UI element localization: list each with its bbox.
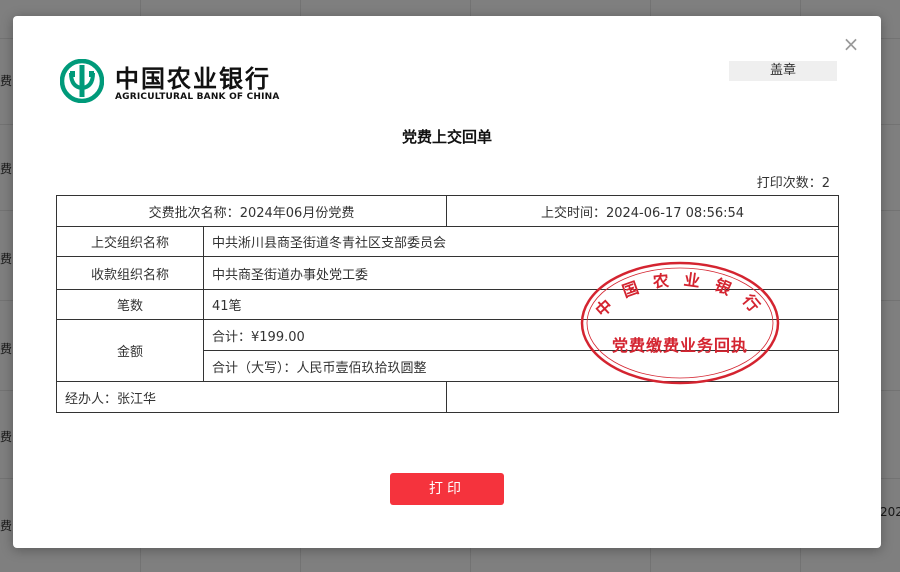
print-button[interactable]: 打印 — [390, 473, 504, 505]
print-count-label: 打印次数： — [756, 176, 822, 191]
receive-org-label: 收款组织名称 — [56, 256, 204, 290]
handler-value: 张江华 — [117, 391, 157, 407]
submit-org-value: 中共淅川县商圣街道冬青社区支部委员会 — [203, 226, 839, 257]
receipt-dialog: × 中国农业银行 AGRICULTURAL BANK OF CHINA 盖章 党… — [13, 16, 881, 548]
bank-name-en: AGRICULTURAL BANK OF CHINA — [115, 92, 280, 102]
handler-label: 经办人： — [65, 391, 118, 407]
empty-cell — [446, 381, 839, 413]
handler-cell: 经办人：张江华 — [56, 381, 447, 413]
time-value: 2024-06-17 08:56:54 — [605, 205, 745, 221]
total-upper-value: 人民币壹佰玖拾玖圆整 — [296, 360, 427, 376]
official-seal-stamp: 中国农业银行 党费缴费业务回执 — [579, 260, 781, 386]
seal-ring-icon: 中国农业银行 — [580, 261, 780, 385]
print-count: 打印次数：2 — [757, 172, 830, 191]
abc-logo-icon — [60, 59, 104, 103]
bank-logo: 中国农业银行 AGRICULTURAL BANK OF CHINA — [60, 59, 290, 107]
close-icon[interactable]: × — [841, 34, 861, 54]
table-row: 经办人：张江华 — [56, 381, 839, 413]
count-label: 笔数 — [56, 289, 204, 320]
document-title: 党费上交回单 — [401, 128, 492, 146]
amount-label: 金额 — [56, 319, 204, 382]
submit-org-label: 上交组织名称 — [56, 226, 204, 257]
total-upper-label: 合计（大写）： — [212, 360, 297, 376]
bank-name-cn: 中国农业银行 — [115, 64, 271, 93]
time-label: 上交时间： — [540, 205, 606, 221]
seal-center-text: 党费缴费业务回执 — [611, 336, 748, 355]
batch-label: 交费批次名称： — [148, 205, 240, 221]
total-value: ¥199.00 — [251, 329, 305, 345]
batch-cell: 交费批次名称：2024年06月份党费 — [56, 195, 447, 227]
time-cell: 上交时间：2024-06-17 08:56:54 — [446, 195, 839, 227]
table-row: 上交组织名称 中共淅川县商圣街道冬青社区支部委员会 — [56, 226, 839, 257]
seal-button[interactable]: 盖章 — [729, 61, 837, 81]
total-label: 合计： — [212, 329, 252, 345]
print-count-value: 2 — [821, 176, 830, 191]
table-row: 交费批次名称：2024年06月份党费 上交时间：2024-06-17 08:56… — [56, 195, 839, 227]
batch-value: 2024年06月份党费 — [239, 205, 355, 221]
